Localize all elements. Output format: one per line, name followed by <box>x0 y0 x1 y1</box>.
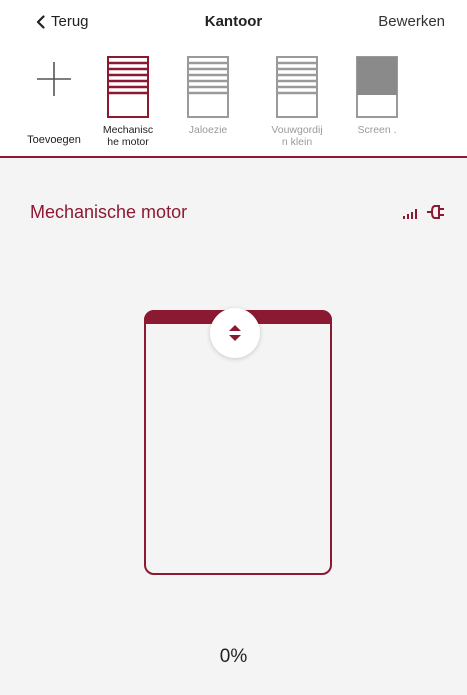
plus-icon <box>31 56 77 107</box>
blind-icon <box>276 56 318 123</box>
plug-icon <box>427 204 445 225</box>
screen-icon <box>356 56 398 123</box>
status-icons <box>403 204 445 225</box>
device-label: Toevoegen <box>27 134 81 146</box>
device-panel: Mechanische motor 0% <box>0 158 467 695</box>
up-down-arrows-icon <box>229 325 241 341</box>
device-name: Mechanische motor <box>30 202 188 222</box>
blind-icon <box>107 56 149 123</box>
device-strip: Toevoegen Mechanisc he motor Jaloezie Vo… <box>0 52 467 158</box>
position-percentage: 0% <box>219 646 248 667</box>
navigation-bar: Terug Kantoor Bewerken <box>0 0 467 52</box>
blind-icon <box>187 56 229 123</box>
position-handle[interactable] <box>210 308 260 358</box>
device-label: Vouwgordij n klein <box>271 124 323 148</box>
back-label: Terug <box>51 13 89 30</box>
back-button[interactable]: Terug <box>36 13 89 30</box>
signal-icon <box>403 206 417 224</box>
device-label: Jaloezie <box>188 124 228 136</box>
device-label: Mechanisc he motor <box>102 124 154 148</box>
edit-button[interactable]: Bewerken <box>378 13 445 30</box>
page-title: Kantoor <box>204 13 263 30</box>
device-label: Screen . <box>357 124 397 136</box>
chevron-left-icon <box>36 14 45 29</box>
